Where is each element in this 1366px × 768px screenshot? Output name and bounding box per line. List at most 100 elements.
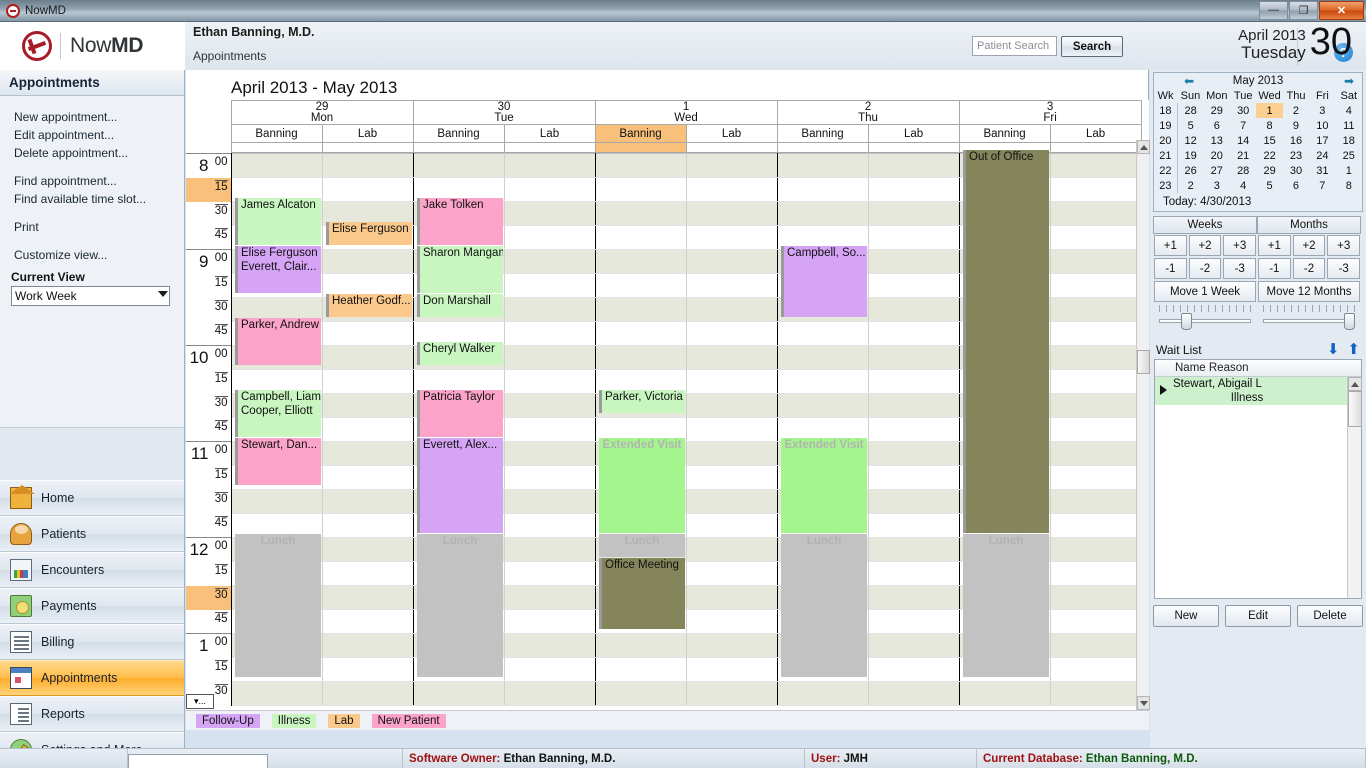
current-view-select[interactable]: Work Week	[11, 286, 170, 306]
slot-4-1-19[interactable]	[1050, 610, 1141, 634]
calendar-block[interactable]: Lunch	[599, 534, 685, 557]
next-month-icon[interactable]: ➡	[1344, 74, 1354, 88]
slot-2-1-4[interactable]	[686, 250, 777, 274]
mini-calendar-day[interactable]: 30	[1230, 103, 1256, 118]
slot-0-1-8[interactable]	[322, 346, 413, 370]
waitlist-delete-button[interactable]: Delete	[1297, 605, 1363, 627]
weeks-plus3[interactable]: +3	[1223, 235, 1256, 256]
weeks-minus2[interactable]: -2	[1189, 258, 1222, 279]
mini-calendar-day[interactable]: 7	[1309, 178, 1335, 193]
mini-calendar-day[interactable]: 6	[1204, 118, 1230, 133]
mini-calendar-day[interactable]: 25	[1336, 148, 1362, 163]
slot-0-1-1[interactable]	[322, 178, 413, 202]
move-12-months-button[interactable]: Move 12 Months	[1258, 281, 1360, 302]
menu-item-1[interactable]: Edit appointment...	[0, 126, 184, 144]
mini-calendar-day[interactable]: 29	[1256, 163, 1282, 178]
slot-2-1-21[interactable]	[686, 658, 777, 682]
slot-3-1-10[interactable]	[868, 394, 959, 418]
slot-2-0-21[interactable]	[595, 658, 686, 682]
slot-4-1-17[interactable]	[1050, 562, 1141, 586]
slot-4-1-15[interactable]	[1050, 514, 1141, 538]
mini-calendar-day[interactable]: 3	[1204, 178, 1230, 193]
slot-3-1-14[interactable]	[868, 490, 959, 514]
slot-1-1-3[interactable]	[504, 226, 595, 250]
slot-1-1-15[interactable]	[504, 514, 595, 538]
waitlist-row[interactable]: Stewart, Abigail LIllness	[1155, 377, 1361, 405]
slot-0-1-17[interactable]	[322, 562, 413, 586]
slot-3-0-8[interactable]	[777, 346, 868, 370]
move-down-icon[interactable]: ⬇	[1327, 343, 1340, 357]
appointment-item[interactable]: Out of Office	[963, 150, 1049, 533]
calendar-block[interactable]: Lunch	[417, 534, 503, 677]
mini-calendar-table[interactable]: WkSunMonTueWedThuFriSat18282930123419567…	[1154, 88, 1362, 193]
slot-4-1-16[interactable]	[1050, 538, 1141, 562]
slot-2-1-11[interactable]	[686, 418, 777, 442]
slot-2-0-0[interactable]	[595, 154, 686, 178]
mini-calendar-day[interactable]: 31	[1309, 163, 1335, 178]
mini-calendar-day[interactable]: 20	[1204, 148, 1230, 163]
weeks-slider-thumb[interactable]	[1181, 313, 1192, 330]
mini-calendar-day[interactable]: 7	[1230, 118, 1256, 133]
menu-item-6[interactable]: Customize view...	[0, 246, 184, 264]
mini-calendar-day[interactable]: 28	[1177, 103, 1203, 118]
calendar-block[interactable]: Lunch	[963, 534, 1049, 677]
slot-2-1-14[interactable]	[686, 490, 777, 514]
slot-3-1-19[interactable]	[868, 610, 959, 634]
appointment-item[interactable]: Elise Ferguson	[326, 222, 412, 245]
slot-2-0-5[interactable]	[595, 274, 686, 298]
mini-calendar-day[interactable]: 19	[1177, 148, 1203, 163]
slot-2-1-8[interactable]	[686, 346, 777, 370]
mini-calendar-day[interactable]: 13	[1204, 133, 1230, 148]
slot-3-1-0[interactable]	[868, 154, 959, 178]
slot-0-1-14[interactable]	[322, 490, 413, 514]
slot-2-1-12[interactable]	[686, 442, 777, 466]
mini-calendar-day[interactable]: 2	[1283, 103, 1309, 118]
waitlist-edit-button[interactable]: Edit	[1225, 605, 1291, 627]
mini-calendar-day[interactable]: 2	[1177, 178, 1203, 193]
slot-1-1-16[interactable]	[504, 538, 595, 562]
slot-1-1-11[interactable]	[504, 418, 595, 442]
mini-calendar-day[interactable]: 10	[1309, 118, 1335, 133]
mini-calendar-day[interactable]: 5	[1177, 118, 1203, 133]
slot-2-1-7[interactable]	[686, 322, 777, 346]
slot-0-1-9[interactable]	[322, 370, 413, 394]
slot-2-0-22[interactable]	[595, 682, 686, 706]
slot-4-1-10[interactable]	[1050, 394, 1141, 418]
slot-1-1-18[interactable]	[504, 586, 595, 610]
slot-2-1-20[interactable]	[686, 634, 777, 658]
slot-1-1-5[interactable]	[504, 274, 595, 298]
slot-3-1-6[interactable]	[868, 298, 959, 322]
slot-1-1-21[interactable]	[504, 658, 595, 682]
slot-1-0-22[interactable]	[413, 682, 504, 706]
slot-3-1-13[interactable]	[868, 466, 959, 490]
mini-calendar-day[interactable]: 28	[1230, 163, 1256, 178]
sidebar-item-payments[interactable]: Payments	[0, 588, 184, 624]
resource-header-mon-banning[interactable]: Banning	[231, 125, 322, 143]
slot-0-1-0[interactable]	[322, 154, 413, 178]
months-minus1[interactable]: -1	[1258, 258, 1291, 279]
appointment-item[interactable]: Campbell, LiamCooper, Elliott	[235, 390, 321, 437]
appointment-item[interactable]: Cheryl Walker	[417, 342, 503, 365]
slot-2-1-17[interactable]	[686, 562, 777, 586]
slot-4-1-9[interactable]	[1050, 370, 1141, 394]
mini-calendar-day[interactable]: 1	[1336, 163, 1362, 178]
appointment-item[interactable]: Stewart, Dan...	[235, 438, 321, 485]
slot-3-1-17[interactable]	[868, 562, 959, 586]
slot-2-0-4[interactable]	[595, 250, 686, 274]
calendar-scrollbar[interactable]	[1136, 140, 1149, 710]
slot-4-1-4[interactable]	[1050, 250, 1141, 274]
waitlist-scroll-up[interactable]	[1348, 377, 1362, 391]
slot-4-1-12[interactable]	[1050, 442, 1141, 466]
appointment-item[interactable]: Sharon Mangam	[417, 246, 503, 293]
mini-calendar-day[interactable]: 4	[1336, 103, 1362, 118]
slot-3-0-1[interactable]	[777, 178, 868, 202]
slot-3-1-7[interactable]	[868, 322, 959, 346]
slot-2-1-16[interactable]	[686, 538, 777, 562]
slot-0-1-21[interactable]	[322, 658, 413, 682]
sidebar-item-home[interactable]: Home	[0, 480, 184, 516]
slot-4-1-13[interactable]	[1050, 466, 1141, 490]
slot-2-1-1[interactable]	[686, 178, 777, 202]
slot-1-1-0[interactable]	[504, 154, 595, 178]
menu-item-3[interactable]: Find appointment...	[0, 172, 184, 190]
resource-header-mon-lab[interactable]: Lab	[322, 125, 413, 143]
